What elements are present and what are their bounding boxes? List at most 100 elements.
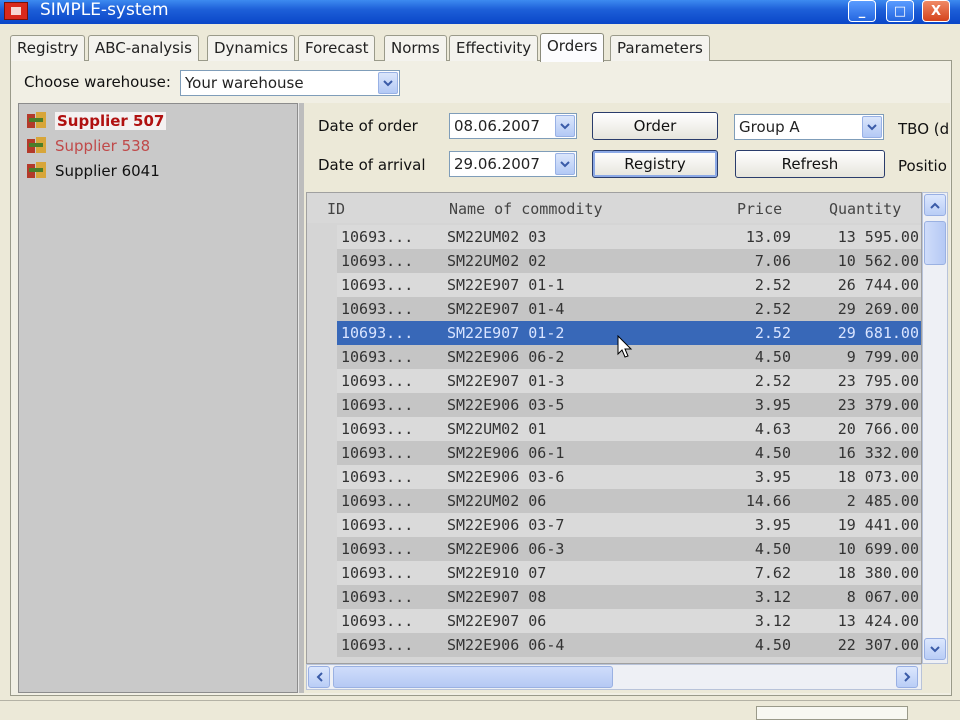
vertical-scroll-thumb[interactable]: [924, 221, 946, 265]
table-row[interactable]: 10693... SM22E906 03-6 3.95 18 073.00: [337, 465, 921, 489]
cell-id: 10693...: [341, 396, 414, 414]
cell-price: 4.50: [754, 540, 791, 558]
table-row[interactable]: 10693... SM22E906 06-4 4.50 22 307.00: [337, 633, 921, 657]
cell-quantity: 29 269.00: [837, 300, 919, 318]
cell-id: 10693...: [341, 588, 414, 606]
tab-orders[interactable]: Orders: [540, 33, 605, 62]
table-row[interactable]: 10693... SM22UM02 02 7.06 10 562.00: [337, 249, 921, 273]
tab-forecast[interactable]: Forecast: [298, 35, 376, 61]
chevron-down-icon[interactable]: [378, 72, 398, 94]
warehouse-value: Your warehouse: [185, 74, 304, 92]
cell-quantity: 19 441.00: [837, 516, 919, 534]
arrow-right-icon[interactable]: [896, 666, 918, 688]
tab-parameters[interactable]: Parameters: [610, 35, 710, 61]
tab-norms[interactable]: Norms: [384, 35, 447, 61]
column-header-id[interactable]: ID: [327, 200, 345, 218]
cell-quantity: 23 379.00: [837, 396, 919, 414]
table-row[interactable]: 10693... SM22UM02 01 4.63 20 766.00: [337, 417, 921, 441]
cell-id: 10693...: [341, 276, 414, 294]
cell-id: 10693...: [341, 420, 414, 438]
cell-id: 10693...: [341, 492, 414, 510]
tab-dynamics[interactable]: Dynamics: [207, 35, 295, 61]
tab-strip: Registry ABC-analysis Dynamics Forecast …: [10, 33, 950, 62]
table-row[interactable]: 10693... SM22UM02 03 13.09 13 595.00: [337, 225, 921, 249]
column-header-price[interactable]: Price: [737, 200, 782, 218]
vertical-scrollbar[interactable]: [922, 192, 948, 664]
arrow-left-icon[interactable]: [308, 666, 330, 688]
cell-id: 10693...: [341, 252, 414, 270]
supplier-list: Supplier 507 Supplier 538 Supplier 6041: [18, 103, 298, 693]
horizontal-scrollbar[interactable]: [306, 664, 922, 690]
cell-id: 10693...: [341, 300, 414, 318]
chevron-down-icon[interactable]: [555, 153, 575, 175]
table-row[interactable]: 10693... SM22E910 07 7.62 18 380.00: [337, 561, 921, 585]
arrow-up-icon[interactable]: [924, 194, 946, 216]
cell-name: SM22UM02 02: [447, 252, 547, 270]
cell-quantity: 13 595.00: [837, 228, 919, 246]
table-row[interactable]: 10693... SM22E906 03-5 3.95 23 379.00: [337, 393, 921, 417]
cell-price: 2.52: [754, 324, 791, 342]
cell-quantity: 10 699.00: [837, 540, 919, 558]
table-row[interactable]: 10693... SM22E907 08 3.12 8 067.00: [337, 585, 921, 609]
chevron-down-icon[interactable]: [555, 115, 575, 137]
date-of-order-picker[interactable]: 08.06.2007: [449, 113, 577, 139]
table-row[interactable]: 10693... SM22E907 01-1 2.52 26 744.00: [337, 273, 921, 297]
column-header-name[interactable]: Name of commodity: [449, 200, 603, 218]
table-row[interactable]: 10693... SM22E906 03-7 3.95 19 441.00: [337, 513, 921, 537]
warehouse-boxes-icon: [27, 112, 47, 130]
cell-id: 10693...: [341, 564, 414, 582]
cell-price: 4.50: [754, 636, 791, 654]
column-header-quantity[interactable]: Quantity: [829, 200, 901, 218]
window-title: SIMPLE-system: [40, 0, 169, 20]
registry-button[interactable]: Registry: [592, 150, 718, 178]
supplier-item[interactable]: Supplier 507: [27, 110, 167, 132]
cell-name: SM22E907 01-2: [447, 324, 565, 342]
cell-price: 13.09: [745, 228, 791, 246]
arrow-down-icon[interactable]: [924, 638, 946, 660]
cell-quantity: 18 380.00: [837, 564, 919, 582]
order-button[interactable]: Order: [592, 112, 718, 140]
close-button[interactable]: X: [922, 0, 950, 22]
cell-id: 10693...: [341, 348, 414, 366]
tab-abc-analysis[interactable]: ABC-analysis: [88, 35, 199, 61]
commodity-grid[interactable]: ID Name of commodity Price Quantity 1069…: [306, 192, 922, 664]
cell-id: 10693...: [341, 516, 414, 534]
date-of-order-value: 08.06.2007: [454, 117, 540, 135]
chevron-down-icon[interactable]: [862, 116, 882, 138]
cell-name: SM22E910 07: [447, 564, 547, 582]
cell-id: 10693...: [341, 612, 414, 630]
status-panel: [756, 706, 908, 720]
cell-id: 10693...: [341, 444, 414, 462]
date-of-arrival-label: Date of arrival: [318, 156, 426, 174]
cell-price: 3.12: [754, 612, 791, 630]
refresh-button[interactable]: Refresh: [735, 150, 885, 178]
cell-quantity: 10 562.00: [837, 252, 919, 270]
supplier-label: Supplier 507: [55, 112, 167, 130]
table-row[interactable]: 10693... SM22E907 01-3 2.52 23 795.00: [337, 369, 921, 393]
horizontal-scroll-thumb[interactable]: [333, 666, 613, 688]
date-of-arrival-picker[interactable]: 29.06.2007: [449, 151, 577, 177]
group-select[interactable]: Group A: [734, 114, 884, 140]
cell-quantity: 22 307.00: [837, 636, 919, 654]
cell-name: SM22E906 06-1: [447, 444, 565, 462]
cell-name: SM22E906 03-5: [447, 396, 565, 414]
warehouse-boxes-icon: [27, 162, 47, 180]
tab-registry[interactable]: Registry: [10, 35, 86, 61]
date-of-order-label: Date of order: [318, 117, 418, 135]
table-row[interactable]: 10693... SM22UM02 06 14.66 2 485.00: [337, 489, 921, 513]
cell-quantity: 20 766.00: [837, 420, 919, 438]
tab-effectivity[interactable]: Effectivity: [449, 35, 539, 61]
table-row[interactable]: 10693... SM22E907 06 3.12 13 424.00: [337, 609, 921, 633]
cell-price: 3.95: [754, 516, 791, 534]
supplier-item[interactable]: Supplier 538: [27, 135, 150, 157]
warehouse-select[interactable]: Your warehouse: [180, 70, 400, 96]
table-row[interactable]: 10693... SM22E906 06-3 4.50 10 699.00: [337, 537, 921, 561]
cell-quantity: 23 795.00: [837, 372, 919, 390]
minimize-button[interactable]: _: [848, 0, 876, 22]
table-row[interactable]: 10693... SM22E907 01-4 2.52 29 269.00: [337, 297, 921, 321]
maximize-button[interactable]: □: [886, 0, 914, 22]
table-row[interactable]: 10693... SM22E906 06-1 4.50 16 332.00: [337, 441, 921, 465]
cell-id: 10693...: [341, 540, 414, 558]
cell-price: 4.63: [754, 420, 791, 438]
supplier-item[interactable]: Supplier 6041: [27, 160, 160, 182]
